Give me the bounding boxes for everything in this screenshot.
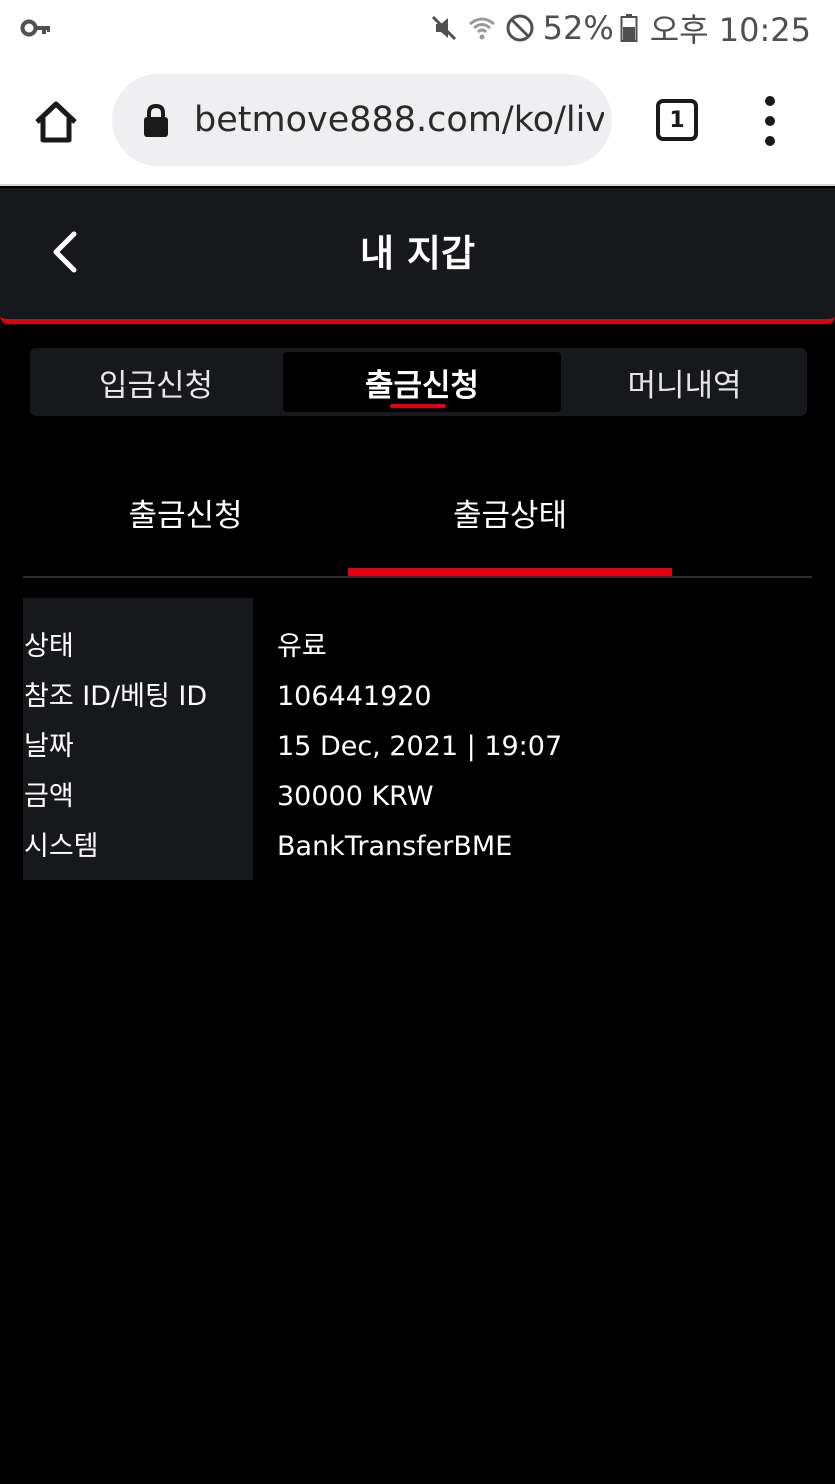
tab-money-history[interactable]: 머니내역 (562, 352, 807, 412)
tab-deposit[interactable]: 입금신청 (30, 352, 282, 412)
dot-icon (765, 116, 775, 126)
status-label: 상태 (24, 631, 74, 662)
dot-icon (765, 96, 775, 106)
home-icon (35, 101, 77, 143)
withdraw-sub-tabs: 출금신청 출금상태 (23, 470, 812, 578)
mute-icon (429, 13, 459, 43)
date-label: 날짜 (24, 731, 74, 762)
active-subtab-indicator (348, 568, 672, 576)
tab-withdraw[interactable]: 출금신청 (283, 352, 561, 412)
wifi-icon (467, 13, 497, 43)
app-header: 내 지갑 (0, 188, 835, 324)
amount-label: 금액 (24, 781, 74, 812)
amount-value: 30000 KRW (277, 781, 434, 812)
home-button[interactable] (28, 94, 84, 150)
lock-icon (142, 103, 170, 138)
status-bar: 52% 오후 10:25 (0, 0, 835, 58)
active-tab-indicator (390, 404, 446, 408)
app-root: 52% 오후 10:25 betmove888.com/ko/liv 1 내 지… (0, 0, 835, 1484)
url-text[interactable]: betmove888.com/ko/liv (194, 74, 604, 166)
clock: 오후 10:25 (649, 11, 811, 49)
tab-withdraw-label: 출금신청 (364, 367, 480, 404)
subtab-withdraw-request[interactable]: 출금신청 (23, 470, 348, 554)
status-value: 유료 (277, 631, 327, 662)
status-indicators: 52% 오후 10:25 (429, 8, 811, 49)
subtab-withdraw-status[interactable]: 출금상태 (348, 470, 672, 554)
battery-icon (620, 13, 638, 43)
chevron-left-icon (53, 231, 77, 273)
do-not-disturb-icon (505, 13, 535, 43)
tab-switcher-button[interactable]: 1 (656, 99, 698, 141)
browser-menu-button[interactable] (754, 96, 786, 146)
system-label: 시스템 (24, 831, 99, 862)
address-bar[interactable]: betmove888.com/ko/liv (112, 74, 612, 166)
back-button[interactable] (44, 230, 88, 274)
date-value: 15 Dec, 2021 | 19:07 (277, 731, 563, 762)
wallet-tabs: 입금신청 출금신청 머니내역 (30, 348, 807, 416)
page-title: 내 지갑 (359, 232, 475, 275)
reference-id-value: 106441920 (277, 681, 432, 712)
dot-icon (765, 136, 775, 146)
battery-percentage: 52% (542, 9, 614, 47)
key-icon (20, 14, 52, 42)
reference-id-label: 참조 ID/베팅 ID (24, 681, 208, 712)
system-value: BankTransferBME (277, 831, 513, 862)
browser-toolbar: betmove888.com/ko/liv 1 (0, 58, 835, 186)
